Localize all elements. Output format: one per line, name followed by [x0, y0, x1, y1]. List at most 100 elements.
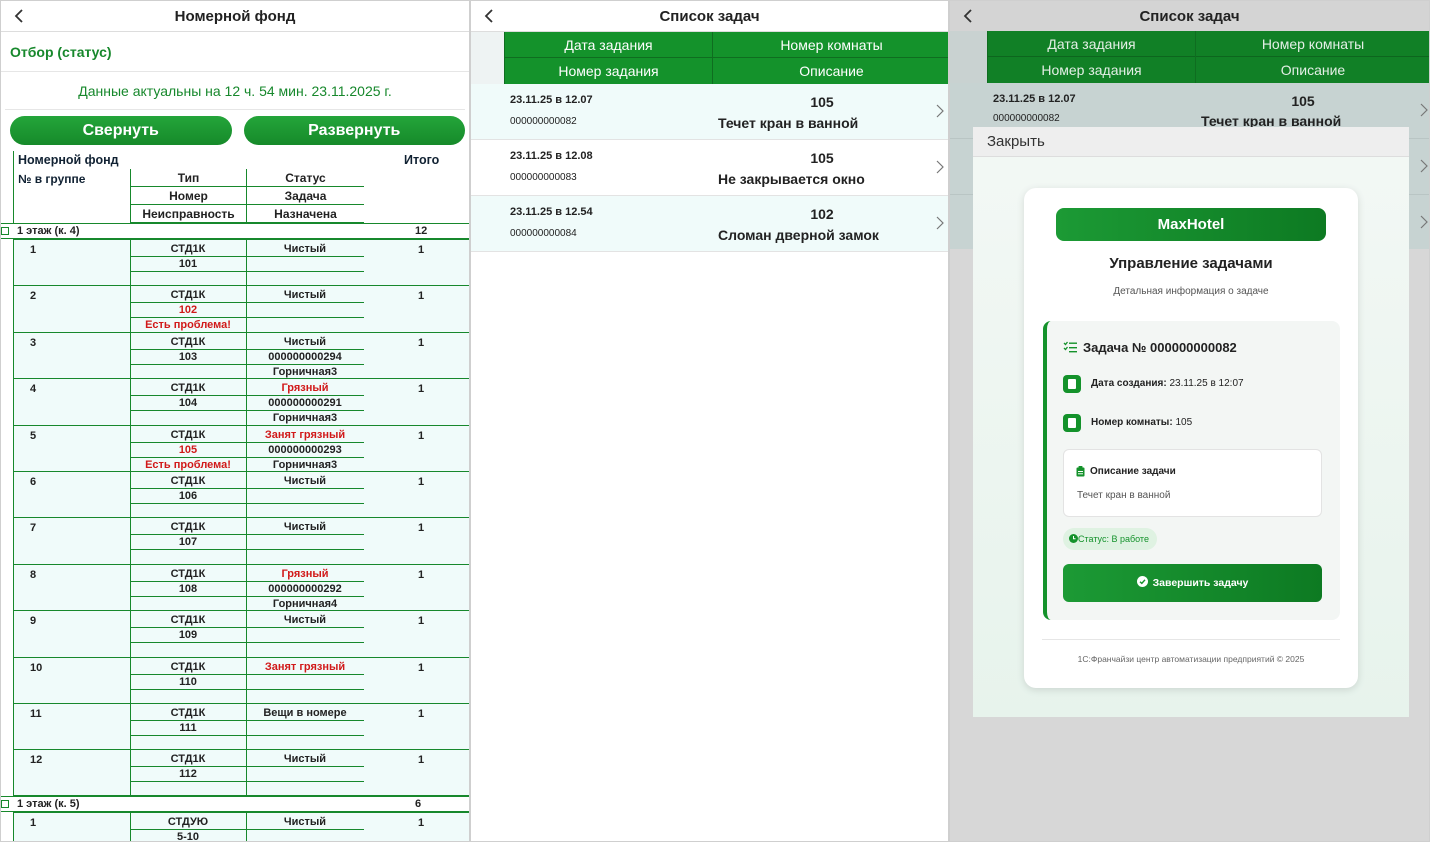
- task-number: [246, 830, 364, 841]
- table-row[interactable]: 6 СТД1К 106 Чистый 1: [13, 471, 469, 518]
- row-total: 1: [418, 290, 425, 303]
- task-date: 23.11.25 в 12.54: [510, 206, 593, 218]
- room-number: 101: [178, 258, 198, 270]
- chevron-right-icon: [1420, 215, 1428, 229]
- room-status: Грязный: [281, 382, 329, 395]
- room-type: СТД1К: [170, 707, 206, 719]
- room-number: 112: [179, 768, 197, 781]
- task-number: 000000000082: [510, 116, 577, 127]
- description-text: Течет кран в ванной: [1077, 490, 1171, 501]
- table-row[interactable]: 2 СТД1К 102 Есть проблема! Чистый 1: [13, 285, 469, 332]
- room-value: 105: [1175, 417, 1193, 428]
- room-number: 105: [178, 443, 198, 456]
- chevron-right-icon[interactable]: [936, 216, 944, 230]
- close-button[interactable]: Закрыть: [973, 127, 1409, 157]
- table-row[interactable]: 11 СТД1К 111 Вещи в номере 1: [13, 703, 469, 750]
- row-number: 3: [30, 336, 37, 349]
- table-row[interactable]: 9 СТД1К 109 Чистый 1: [13, 610, 469, 657]
- table-row[interactable]: 3 СТД1К 103 Чистый 000000000294 Горничная3 1: [13, 331, 469, 379]
- row-total: 1: [418, 708, 425, 720]
- group-total: 12: [415, 225, 428, 237]
- table-row[interactable]: 1 СТДУЮ 5-10 Чистый 1: [13, 811, 469, 842]
- group-label: 1 этаж (к. 4): [17, 225, 80, 237]
- complete-task-button[interactable]: Завершить задачу: [1063, 564, 1322, 602]
- expand-toggle-icon[interactable]: [1, 799, 9, 808]
- table-row[interactable]: 10 СТД1К 110 Занят грязный 1: [13, 656, 469, 703]
- chevron-right-icon: [1420, 159, 1428, 173]
- task-number: [246, 535, 364, 550]
- group-row[interactable]: 1 этаж (к. 5) 6: [1, 795, 469, 812]
- room-number: 106: [178, 490, 198, 502]
- row-total: 1: [418, 661, 425, 674]
- header-fault: Неисправность: [130, 205, 246, 223]
- task-heading: Задача № 000000000082: [1083, 340, 1237, 355]
- row-number: 2: [30, 290, 37, 303]
- room-status: Чистый: [283, 521, 327, 534]
- brand-banner: MaxHotel: [1056, 208, 1326, 241]
- table-row[interactable]: 7 СТД1К 107 Чистый 1: [13, 517, 469, 564]
- header-status: Статус: [246, 169, 364, 187]
- task-date: 23.11.25 в 12.08: [510, 150, 593, 162]
- task-row[interactable]: 23.11.25 в 12.54 000000000084 102 Сломан дв…: [471, 196, 948, 252]
- room-status: Чистый: [283, 289, 327, 302]
- clipboard-icon: [1076, 466, 1085, 477]
- table-row[interactable]: 5 СТД1К 105 Есть проблема! Занят грязный 0000…: [13, 424, 469, 471]
- task-number: [246, 628, 364, 643]
- room-type: СТД1К: [170, 614, 206, 627]
- col-description[interactable]: Описание: [713, 58, 948, 84]
- task-row[interactable]: 23.11.25 в 12.07 000000000082 105 Течет кра…: [471, 84, 948, 140]
- room-type: СТД1К: [170, 428, 206, 441]
- room-type: СТД1К: [170, 335, 206, 348]
- col-date[interactable]: Дата задания: [505, 32, 712, 58]
- room-type: СТД1К: [170, 521, 206, 534]
- back-icon[interactable]: [481, 8, 497, 24]
- row-total: 1: [418, 568, 425, 581]
- room-number: 109: [178, 629, 198, 642]
- task-row[interactable]: 23.11.25 в 12.08 000000000083 105 Не закрыв…: [471, 140, 948, 196]
- modal-subtitle: Детальная информация о задаче: [1113, 286, 1269, 297]
- row-room: 105: [1291, 93, 1315, 109]
- back-icon[interactable]: [960, 8, 976, 24]
- expand-button[interactable]: Развернуть: [243, 116, 465, 145]
- task-number: 000000000293: [268, 443, 342, 456]
- room-fund-panel: Номерной фонд Отбор (статус) Данные акту…: [0, 0, 470, 842]
- header-task: Задача: [246, 187, 364, 205]
- table-row[interactable]: 12 СТД1К 112 Чистый 1: [13, 749, 469, 796]
- chevron-right-icon[interactable]: [936, 160, 944, 174]
- collapse-button[interactable]: Свернуть: [10, 116, 232, 145]
- room-number: 102: [178, 304, 198, 317]
- task-number: 000000000084: [510, 228, 577, 239]
- task-room: 102: [810, 206, 834, 222]
- task-number: [246, 767, 364, 782]
- room-number: 107: [178, 536, 198, 549]
- page-title: Список задач: [659, 8, 760, 25]
- group-label: 1 этаж (к. 5): [17, 797, 80, 810]
- room-type: СТДУЮ: [167, 815, 209, 828]
- filter-status-link[interactable]: Отбор (статус): [1, 32, 469, 72]
- row-number: 11: [30, 708, 42, 720]
- task-room: 105: [810, 150, 834, 166]
- header-assigned: Назначена: [246, 205, 364, 223]
- room-number: 110: [179, 675, 197, 688]
- room-type: СТД1К: [170, 289, 206, 302]
- expand-toggle-icon[interactable]: [1, 227, 9, 235]
- task-details: Задача № 000000000082 Дата создания: 23.…: [1043, 321, 1340, 620]
- table-row[interactable]: 4 СТД1К 104 Грязный 000000000291 Горничная3 1: [13, 378, 469, 425]
- col-task-number[interactable]: Номер задания: [505, 58, 712, 84]
- table-row[interactable]: 1 СТД1К 101 Чистый 1: [13, 239, 469, 286]
- room-number: 5-10: [176, 830, 200, 842]
- header-fund: Номерной фонд: [18, 153, 119, 167]
- col-room[interactable]: Номер комнаты: [713, 32, 948, 58]
- table-row[interactable]: 8 СТД1К 108 Грязный 000000000292 Горничная4 1: [13, 563, 469, 611]
- status-text: Статус: В работе: [1078, 534, 1149, 544]
- row-total: 1: [418, 615, 425, 628]
- room-type: СТД1К: [170, 475, 206, 487]
- task-description: Не закрывается окно: [718, 171, 865, 187]
- group-row[interactable]: 1 этаж (к. 4) 12: [1, 223, 469, 239]
- chevron-right-icon[interactable]: [936, 104, 944, 118]
- back-icon[interactable]: [11, 8, 27, 24]
- header-total: Итого: [404, 153, 440, 167]
- clock-icon: [1069, 534, 1078, 543]
- table-header: Дата задания Номер задания Номер комнаты…: [987, 31, 1429, 83]
- room-status: Занят грязный: [264, 428, 346, 441]
